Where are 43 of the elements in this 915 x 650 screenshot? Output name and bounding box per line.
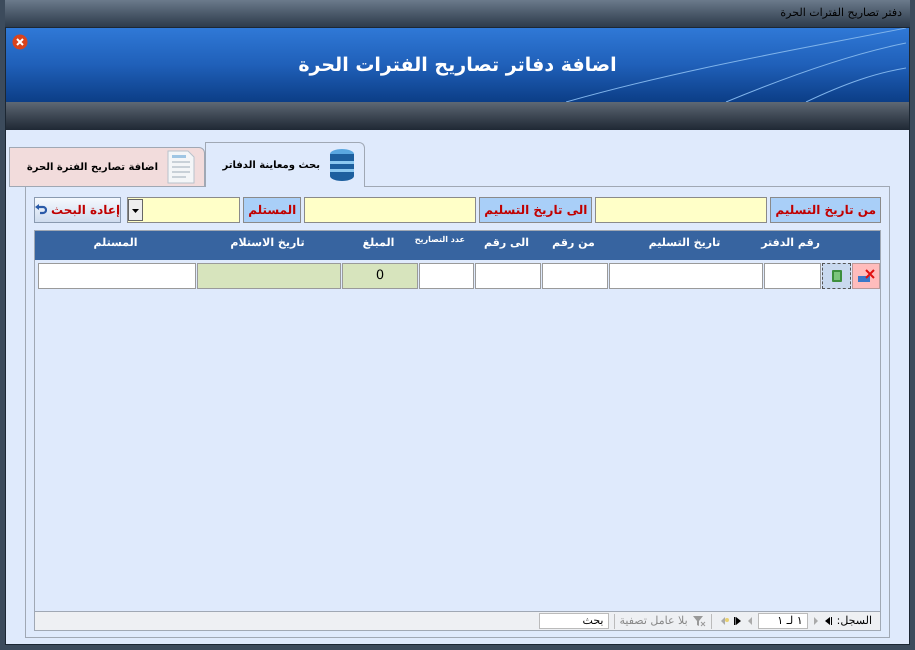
next-record-icon[interactable] bbox=[746, 617, 753, 625]
table-cell[interactable] bbox=[475, 263, 541, 289]
undo-icon bbox=[35, 204, 47, 216]
tab[interactable]: اضافة تصاريح الفترة الحرة bbox=[9, 147, 205, 187]
table-cell[interactable] bbox=[764, 263, 821, 289]
first-record-icon[interactable] bbox=[824, 617, 832, 625]
table-cell[interactable]: 0 bbox=[342, 263, 418, 289]
filter-label: الى تاريخ التسليم bbox=[479, 197, 592, 223]
window-title: دفتر تصاريح الفترات الحرة bbox=[779, 5, 903, 22]
filter-field[interactable] bbox=[595, 197, 768, 223]
column-header: الى رقم bbox=[482, 235, 530, 251]
table-cell[interactable] bbox=[419, 263, 474, 289]
filter-label: المستلم bbox=[243, 197, 302, 223]
column-header: تاريخ التسليم bbox=[648, 235, 722, 251]
column-header: المستلم bbox=[92, 235, 139, 251]
record-position-field[interactable]: ١ لـ ١ bbox=[758, 613, 808, 629]
search-field[interactable]: بحث bbox=[538, 613, 608, 629]
close-icon[interactable] bbox=[12, 34, 28, 50]
column-header: عدد التصاريح bbox=[417, 234, 466, 245]
filter-field[interactable] bbox=[304, 197, 476, 223]
filter-icon bbox=[692, 615, 706, 627]
delete-button[interactable] bbox=[852, 263, 880, 289]
open-button[interactable] bbox=[822, 263, 851, 289]
column-header: المبلغ bbox=[362, 235, 396, 251]
previous-record-icon[interactable] bbox=[812, 617, 819, 625]
reset-search-button[interactable]: إعادة البحث bbox=[34, 197, 122, 223]
column-header: من رقم bbox=[551, 235, 596, 251]
database-icon bbox=[328, 148, 356, 182]
table-cell[interactable] bbox=[197, 263, 341, 289]
table-cell[interactable] bbox=[609, 263, 763, 289]
column-header: تاريخ الاستلام bbox=[229, 235, 306, 251]
column-header: رقم الدفتر bbox=[762, 235, 820, 251]
filter-label: من تاريخ التسليم bbox=[770, 197, 881, 223]
filter-dropdown[interactable] bbox=[127, 197, 240, 223]
header-title: اضافة دفاتر تصاريح الفترات الحرة bbox=[298, 52, 617, 78]
delete-record-icon bbox=[857, 269, 875, 283]
record-label: السجل: bbox=[836, 612, 872, 629]
table-cell[interactable] bbox=[38, 263, 196, 289]
table-cell[interactable] bbox=[542, 263, 608, 289]
book-icon bbox=[832, 270, 842, 282]
last-record-icon[interactable] bbox=[734, 617, 742, 625]
tab[interactable]: بحث ومعاينة الدفاتر bbox=[205, 142, 365, 187]
document-icon bbox=[166, 150, 196, 184]
